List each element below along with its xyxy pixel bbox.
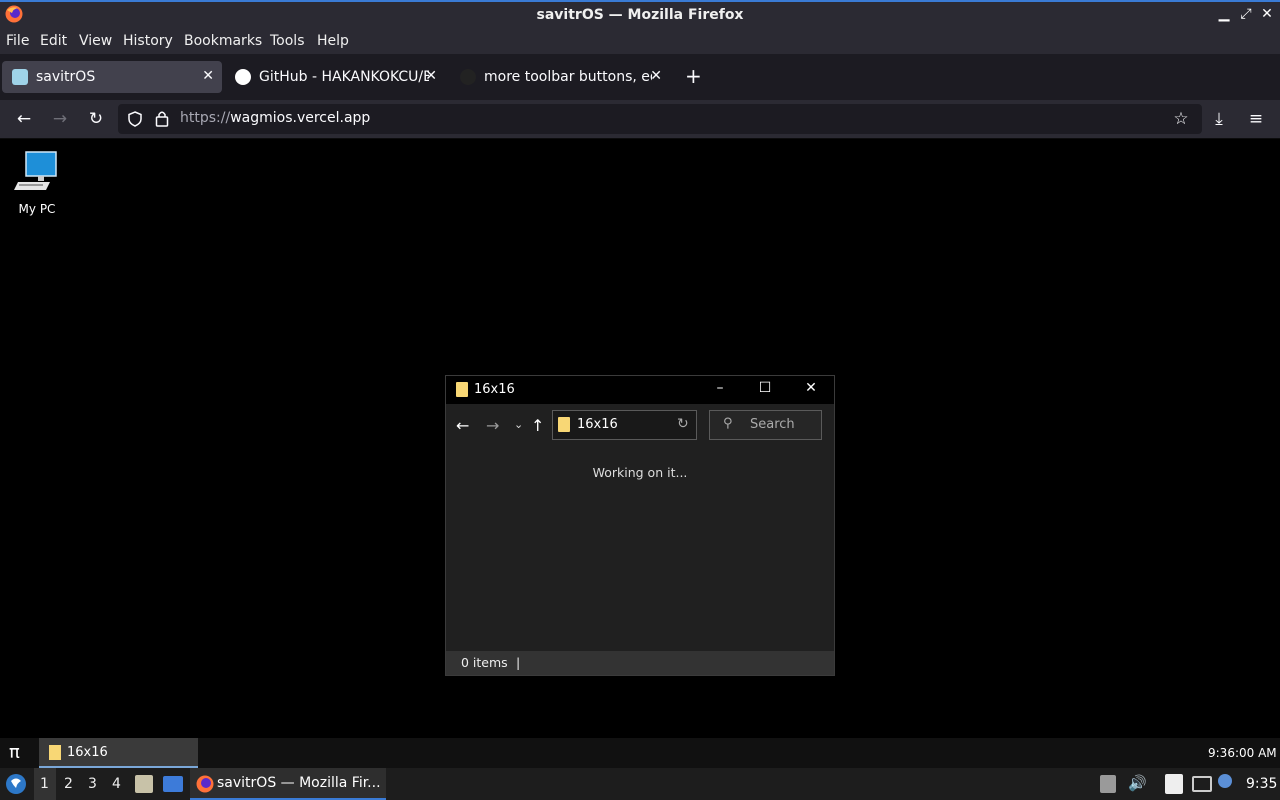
tab-savitros[interactable]: savitrOS ✕: [2, 61, 222, 93]
menu-bookmarks[interactable]: Bookmarks: [184, 33, 262, 49]
menu-bar: File Edit View History Bookmarks Tools H…: [0, 29, 1280, 54]
reload-icon[interactable]: ↻: [85, 109, 107, 129]
workspace-1[interactable]: 1: [40, 776, 49, 792]
workspace-2[interactable]: 2: [64, 776, 73, 792]
start-button[interactable]: π: [9, 742, 20, 763]
inner-clock: 9:36:00 AM: [1208, 746, 1277, 760]
recent-dropdown-icon[interactable]: ⌄: [514, 418, 523, 450]
refresh-icon[interactable]: ↻: [677, 416, 689, 432]
minimize-button[interactable]: ▁: [1215, 6, 1233, 22]
folder-icon: [456, 382, 468, 397]
downloads-icon[interactable]: ⤓: [1208, 109, 1230, 129]
status-bar: 0 items |: [446, 651, 834, 675]
search-box[interactable]: ⚲ Search: [709, 410, 822, 440]
folder-icon: [558, 417, 570, 432]
back-arrow-icon[interactable]: ←: [13, 109, 35, 129]
volume-icon[interactable]: 🔊: [1128, 774, 1147, 792]
close-window-button[interactable]: ✕: [1258, 6, 1276, 22]
new-tab-button[interactable]: +: [685, 64, 702, 88]
up-arrow-icon[interactable]: ↑: [531, 416, 544, 448]
explorer-title: 16x16: [474, 382, 515, 397]
tab-label: GitHub - HAKANKOKCU/B: [259, 69, 429, 85]
maximize-button[interactable]: ☐: [755, 380, 775, 396]
network-icon[interactable]: [1192, 776, 1212, 792]
taskbar-item-label: 16x16: [67, 745, 108, 760]
clipboard-icon[interactable]: [1165, 774, 1183, 794]
loading-message: Working on it...: [592, 465, 688, 480]
close-tab-icon[interactable]: ✕: [202, 68, 214, 84]
show-desktop-icon[interactable]: [163, 776, 183, 792]
lock-icon[interactable]: [155, 110, 169, 127]
savitros-favicon-icon: [12, 69, 28, 85]
system-menu-icon[interactable]: [5, 773, 27, 795]
taskbar-window-label: savitrOS — Mozilla Fir...: [217, 775, 381, 791]
github-icon: [460, 69, 476, 85]
system-taskbar: 1 2 3 4 savitrOS — Mozilla Fir... 🔊 9:35: [0, 768, 1280, 800]
menu-help[interactable]: Help: [317, 33, 349, 49]
file-explorer-window: 16x16 – ☐ ✕ ← → ⌄ ↑ 16x16 ↻ ⚲ Search Wor…: [445, 375, 835, 676]
menu-hamburger-icon[interactable]: ≡: [1245, 109, 1267, 129]
computer-icon: [14, 151, 57, 190]
desktop-icon-label: My PC: [18, 202, 56, 216]
minimize-button[interactable]: –: [710, 380, 730, 396]
browser-titlebar: savitrOS — Mozilla Firefox ▁ ⤢ ✕: [0, 0, 1280, 29]
folder-icon: [49, 745, 61, 760]
system-clock: 9:35: [1246, 776, 1278, 792]
shield-icon[interactable]: [127, 111, 143, 127]
github-icon: [235, 69, 251, 85]
tab-strip: savitrOS ✕ GitHub - HAKANKOKCU/B ✕ more …: [0, 54, 1280, 100]
url-text[interactable]: https://wagmios.vercel.app: [180, 110, 370, 126]
item-count: 0 items: [461, 655, 508, 670]
menu-edit[interactable]: Edit: [40, 33, 67, 49]
firefox-logo-icon: [196, 775, 214, 793]
close-tab-icon[interactable]: ✕: [425, 68, 437, 84]
url-protocol: https://: [180, 110, 231, 126]
url-host: wagmios.vercel.app: [230, 110, 371, 126]
url-bar[interactable]: https://wagmios.vercel.app: [118, 104, 1202, 134]
bookmark-star-icon[interactable]: ☆: [1170, 109, 1192, 129]
maximize-button[interactable]: ⤢: [1237, 6, 1255, 22]
savitros-taskbar: π 16x16 9:36:00 AM: [0, 738, 1280, 768]
tab-label: more toolbar buttons, ed: [484, 69, 652, 85]
eject-icon[interactable]: [1100, 775, 1116, 793]
menu-tools[interactable]: Tools: [270, 33, 305, 49]
menu-file[interactable]: File: [6, 33, 29, 49]
file-manager-icon[interactable]: [135, 775, 153, 793]
menu-history[interactable]: History: [123, 33, 173, 49]
explorer-titlebar[interactable]: 16x16 – ☐ ✕: [446, 376, 834, 404]
tab-github[interactable]: GitHub - HAKANKOKCU/B ✕: [225, 61, 445, 93]
tab-label: savitrOS: [36, 69, 96, 85]
workspace-3[interactable]: 3: [88, 776, 97, 792]
menu-view[interactable]: View: [79, 33, 112, 49]
address-text: 16x16: [577, 417, 618, 432]
taskbar-firefox-window[interactable]: savitrOS — Mozilla Fir...: [190, 768, 386, 800]
tab-toolbar-buttons[interactable]: more toolbar buttons, ed ✕: [450, 61, 670, 93]
navigation-toolbar: ← → ↻ https://wagmios.vercel.app ☆ ⤓ ≡: [0, 100, 1280, 139]
close-button[interactable]: ✕: [801, 380, 821, 396]
taskbar-item-16x16[interactable]: 16x16: [39, 738, 198, 768]
forward-arrow-icon[interactable]: →: [49, 109, 71, 129]
forward-arrow-icon[interactable]: →: [486, 416, 499, 448]
search-icon: ⚲: [723, 416, 733, 431]
back-arrow-icon[interactable]: ←: [456, 416, 469, 448]
close-tab-icon[interactable]: ✕: [650, 68, 662, 84]
workspace-4[interactable]: 4: [112, 776, 121, 792]
desktop-icon-my-pc[interactable]: My PC: [10, 150, 64, 216]
notification-icon[interactable]: [1218, 774, 1232, 788]
search-placeholder: Search: [750, 417, 795, 432]
address-bar[interactable]: 16x16 ↻: [552, 410, 697, 440]
window-title: savitrOS — Mozilla Firefox: [536, 7, 744, 23]
status-separator: |: [516, 655, 521, 670]
